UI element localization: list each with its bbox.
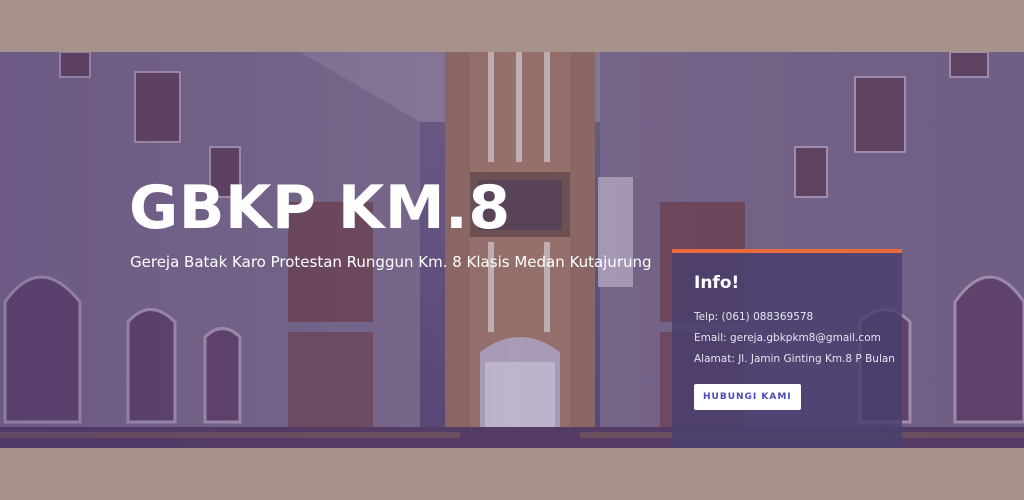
page-title: GBKP KM.8 <box>129 173 511 243</box>
contact-us-button[interactable]: HUBUNGI KAMI <box>694 384 801 410</box>
info-phone: Telp: (061) 088369578 <box>694 311 814 323</box>
info-email: Email: gereja.gbkpkm8@gmail.com <box>694 332 881 344</box>
info-address: Alamat: Jl. Jamin Ginting Km.8 P Bulan <box>694 353 895 365</box>
info-heading: Info! <box>694 273 740 293</box>
hero-banner: GBKP KM.8 Gereja Batak Karo Protestan Ru… <box>0 52 1024 448</box>
page-subtitle: Gereja Batak Karo Protestan Runggun Km. … <box>130 253 652 271</box>
info-card: Info! Telp: (061) 088369578 Email: gerej… <box>672 249 902 448</box>
